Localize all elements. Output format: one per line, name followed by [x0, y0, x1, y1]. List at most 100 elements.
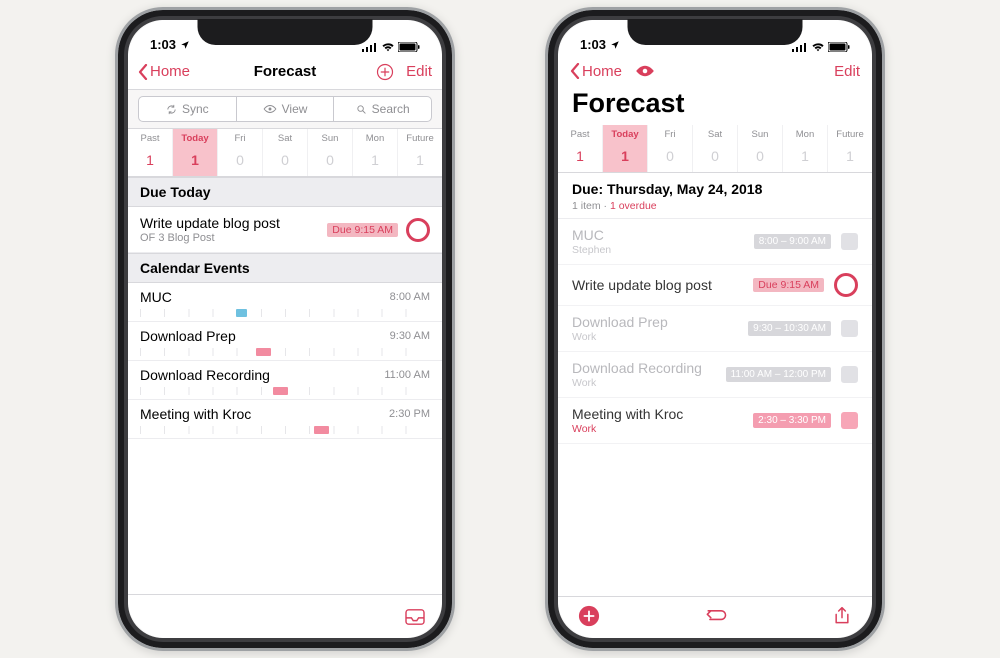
seg-search[interactable]: Search — [334, 97, 431, 121]
status-time: 1:03 — [150, 37, 176, 52]
toolbar-A — [128, 594, 442, 638]
battery-icon — [828, 42, 850, 52]
day-mon[interactable]: Mon1 — [352, 129, 397, 176]
day-sat[interactable]: Sat0 — [692, 125, 737, 172]
day-sun[interactable]: Sun0 — [737, 125, 782, 172]
task-row[interactable]: Write update blog post OF 3 Blog Post Du… — [128, 207, 442, 253]
day-future[interactable]: Future1 — [397, 129, 442, 176]
notch — [198, 19, 373, 45]
day-mon[interactable]: Mon1 — [782, 125, 827, 172]
day-past[interactable]: Past1 — [558, 125, 602, 172]
time-badge: 11:00 AM – 12:00 PM — [726, 367, 831, 382]
eye-icon[interactable] — [634, 64, 656, 78]
seg-sync[interactable]: Sync — [139, 97, 237, 121]
add-icon[interactable] — [376, 63, 394, 81]
day-fri[interactable]: Fri0 — [647, 125, 692, 172]
time-badge: 2:30 – 3:30 PM — [753, 413, 831, 428]
event-title: Download Prep — [140, 328, 236, 344]
time-badge: 8:00 – 9:00 AM — [754, 234, 831, 249]
event-row[interactable]: Download Prep 9:30 AM — [128, 322, 442, 361]
edit-button[interactable]: Edit — [406, 63, 432, 80]
calendar-icon — [841, 366, 858, 383]
back-button[interactable]: Home — [138, 63, 190, 80]
toolbar-B — [558, 596, 872, 638]
large-title: Forecast — [558, 88, 872, 125]
event-title: MUC — [572, 227, 744, 243]
timeline — [140, 348, 430, 356]
event-row[interactable]: MUCStephen 8:00 – 9:00 AM — [558, 219, 872, 265]
screen-left: 1:03 Home Forecast Edit Sync — [128, 20, 442, 638]
calendar-icon — [841, 412, 858, 429]
day-fri[interactable]: Fri0 — [217, 129, 262, 176]
time-badge: 9:30 – 10:30 AM — [748, 321, 831, 336]
day-past[interactable]: Past1 — [128, 129, 172, 176]
day-today[interactable]: Today1 — [172, 129, 217, 176]
notch — [628, 19, 803, 45]
event-row[interactable]: Download PrepWork 9:30 – 10:30 AM — [558, 306, 872, 352]
share-icon[interactable] — [832, 606, 852, 626]
event-sub: Stephen — [572, 244, 744, 256]
seg-view[interactable]: View — [237, 97, 335, 121]
nav-bar: Home Edit — [558, 54, 872, 88]
event-sub: Work — [572, 331, 738, 343]
add-icon[interactable] — [578, 605, 600, 627]
seg-view-label: View — [282, 102, 308, 116]
segmented-row: Sync View Search — [128, 90, 442, 129]
task-checkbox[interactable] — [406, 218, 430, 242]
event-row[interactable]: Meeting with KrocWork2:30 – 3:30 PM — [558, 398, 872, 444]
timeline — [140, 387, 430, 395]
undo-icon[interactable] — [703, 607, 729, 625]
wifi-icon — [381, 42, 395, 52]
back-button[interactable]: Home — [570, 63, 622, 80]
due-chip: Due 9:15 AM — [327, 223, 398, 237]
event-time: 9:30 AM — [390, 330, 430, 342]
battery-icon — [398, 42, 420, 52]
day-strip-A: Past1Today1Fri0Sat0Sun0Mon1Future1 — [128, 129, 442, 177]
status-time: 1:03 — [580, 37, 606, 52]
day-strip-B: Past1Today1Fri0Sat0Sun0Mon1Future1 — [558, 125, 872, 173]
event-time: 2:30 PM — [389, 408, 430, 420]
phone-left: 1:03 Home Forecast Edit Sync — [115, 7, 455, 651]
segmented-control: Sync View Search — [138, 96, 432, 122]
day-today[interactable]: Today1 — [602, 125, 647, 172]
event-title: Download Prep — [572, 314, 738, 330]
event-title: Meeting with Kroc — [140, 406, 251, 422]
events-list-A: MUC8:00 AM Download Prep 9:30 AM Download R… — [128, 283, 442, 439]
nav-bar: Home Forecast Edit — [128, 54, 442, 90]
inbox-icon[interactable] — [404, 608, 426, 626]
task-title: Write update blog post — [572, 277, 743, 293]
rows-list-B: MUCStephen 8:00 – 9:00 AM Write update blo… — [558, 219, 872, 444]
signal-icon — [792, 42, 808, 52]
event-time: 8:00 AM — [390, 291, 430, 303]
calendar-icon — [841, 320, 858, 337]
task-project: OF 3 Blog Post — [140, 232, 319, 244]
task-row[interactable]: Write update blog post Due 9:15 AM — [558, 265, 872, 306]
screen-right: 1:03 Home Edit Forecast Past1Today1Fri0S… — [558, 20, 872, 638]
edit-button[interactable]: Edit — [834, 63, 860, 80]
event-title: Meeting with Kroc — [572, 406, 743, 422]
day-future[interactable]: Future1 — [827, 125, 872, 172]
seg-sync-label: Sync — [182, 102, 209, 116]
due-header-title: Due: Thursday, May 24, 2018 — [572, 181, 858, 197]
due-header: Due: Thursday, May 24, 2018 1 item · 1 o… — [558, 173, 872, 219]
section-events: Calendar Events — [128, 253, 442, 283]
event-row[interactable]: Download RecordingWork11:00 AM – 12:00 P… — [558, 352, 872, 398]
day-sun[interactable]: Sun0 — [307, 129, 352, 176]
due-count: 1 item — [572, 200, 601, 212]
event-row[interactable]: MUC8:00 AM — [128, 283, 442, 322]
event-time: 11:00 AM — [384, 369, 430, 381]
signal-icon — [362, 42, 378, 52]
section-due-today: Due Today — [128, 177, 442, 207]
back-label: Home — [150, 63, 190, 80]
event-title: Download Recording — [572, 360, 716, 376]
event-row[interactable]: Download Recording11:00 AM — [128, 361, 442, 400]
back-label: Home — [582, 63, 622, 80]
location-icon — [610, 40, 620, 50]
task-title: Write update blog post — [140, 215, 319, 231]
day-sat[interactable]: Sat0 — [262, 129, 307, 176]
task-checkbox[interactable] — [834, 273, 858, 297]
calendar-icon — [841, 233, 858, 250]
event-row[interactable]: Meeting with Kroc 2:30 PM — [128, 400, 442, 439]
overdue-count: 1 overdue — [610, 200, 657, 212]
due-chip: Due 9:15 AM — [753, 278, 824, 292]
